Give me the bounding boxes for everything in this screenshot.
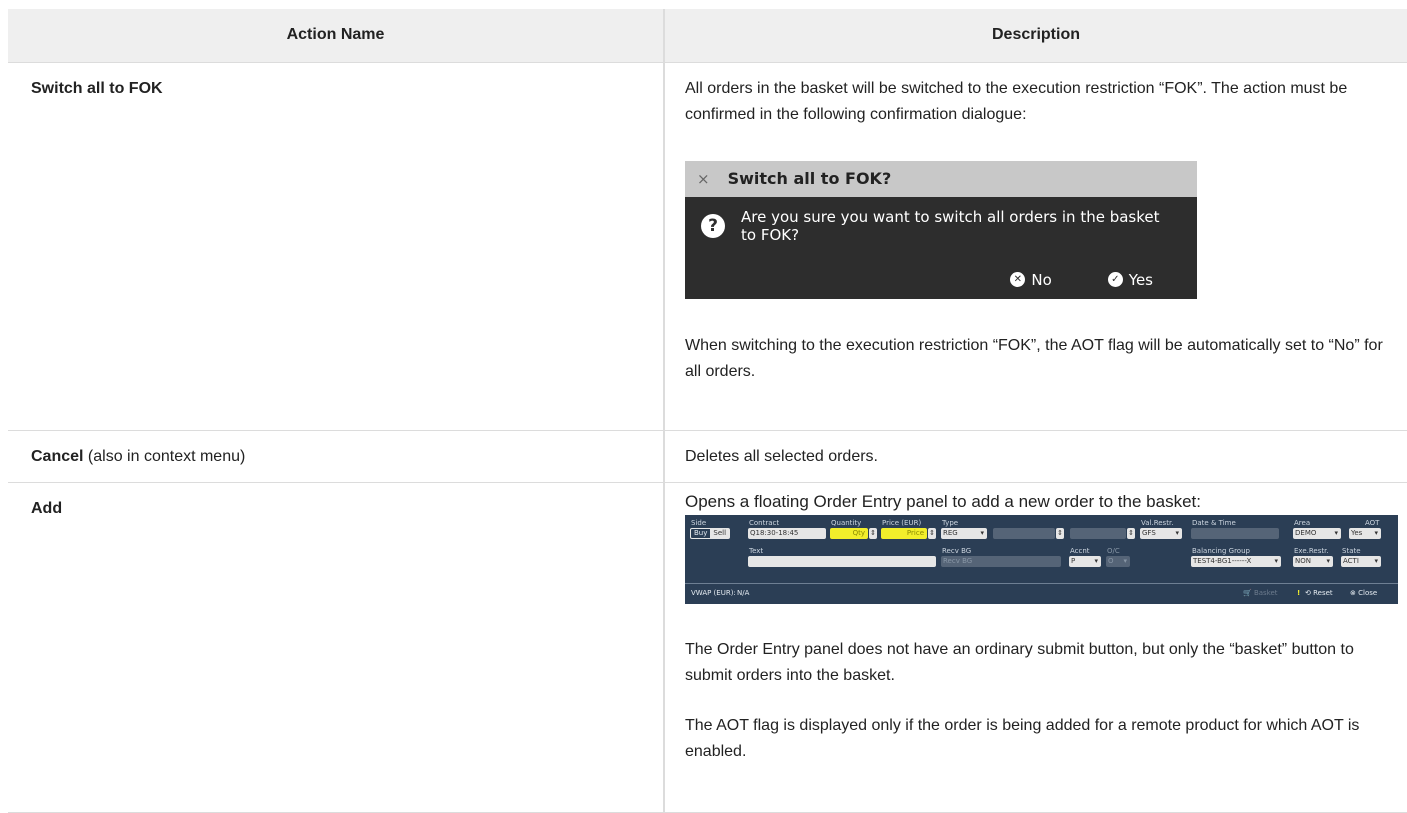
no-button[interactable]: ✕ No [1010,267,1052,293]
action-name: Add [31,499,63,517]
buy-option[interactable]: Buy [691,529,710,538]
description-text: Opens a floating Order Entry panel to ad… [685,491,1201,511]
datetime-label: Date & Time [1192,518,1236,527]
action-name: Cancel [31,447,84,465]
close-icon[interactable]: × [697,166,710,192]
question-icon: ? [701,213,725,238]
panel-divider [685,582,1398,584]
peak-input[interactable] [993,527,1055,539]
extra-input[interactable] [1070,527,1126,539]
description-text: The AOT flag is displayed only if the or… [685,716,1360,760]
accnt-label: Accnt [1070,546,1090,555]
type-select[interactable]: REG [941,527,987,539]
datetime-input[interactable] [1191,527,1279,539]
aot-label: AOT [1365,518,1380,527]
header-description: Description [664,9,1407,63]
valrestr-label: Val.Restr. [1141,518,1174,527]
text-label: Text [749,546,764,555]
action-name-suffix: (also in context menu) [87,447,246,465]
order-entry-panel: Side Buy Sell Contract Q18:30-18:45 Quan… [685,514,1398,604]
aot-select[interactable]: Yes [1349,527,1381,539]
side-toggle[interactable]: Buy Sell [690,527,731,539]
no-label: No [1031,270,1052,289]
recvbg-label: Recv BG [942,546,972,555]
action-name-cell: Switch all to FOK [8,62,665,431]
description-cell: Deletes all selected orders. [664,430,1407,483]
state-select[interactable]: ACTI [1341,555,1381,567]
header-action-name: Action Name [8,9,665,63]
dialog-titlebar: × Switch all to FOK? [685,160,1197,197]
table-row: Switch all to FOK All orders in the bask… [8,62,1407,431]
yes-button[interactable]: ✓ Yes [1107,267,1153,293]
check-circle-icon: ✓ [1107,272,1123,287]
balgroup-select[interactable]: TEST4-BG1------X [1191,555,1281,567]
action-name-cell: Cancel (also in context menu) [8,430,665,483]
exerestr-label: Exe.Restr. [1294,546,1329,555]
reset-label: Reset [1313,588,1333,597]
price-stepper[interactable]: ⇕ [928,527,936,539]
dialog-buttons: ✕ No ✓ Yes [685,255,1197,293]
description-text: The Order Entry panel does not have an o… [685,640,1354,684]
vwap-label: VWAP (EUR): [691,588,736,597]
basket-icon: 🛒 [1243,588,1252,597]
dialog-message: Are you sure you want to switch all orde… [741,207,1160,244]
type-label: Type [942,518,959,527]
actions-table: Action Name Description Switch all to FO… [8,9,1407,813]
valrestr-select[interactable]: GFS [1140,527,1182,539]
area-label: Area [1294,518,1311,527]
quantity-label: Quantity [831,518,862,527]
oc-select[interactable]: O [1106,555,1130,567]
quantity-stepper[interactable]: ⇕ [869,527,877,539]
reset-icon: ⟲ [1305,588,1311,597]
state-label: State [1342,546,1361,555]
price-label: Price (EUR) [882,518,922,527]
sell-option[interactable]: Sell [710,528,730,538]
description-cell: All orders in the basket will be switche… [664,62,1407,431]
reset-button[interactable]: ⟲ Reset [1305,589,1333,598]
warning-icon: ! [1297,588,1301,597]
extra-stepper[interactable]: ⇕ [1127,527,1135,539]
description-text: Deletes all selected orders. [685,447,878,465]
close-circle-icon: ⊗ [1350,588,1356,597]
contract-label: Contract [749,518,780,527]
description-text: All orders in the basket will be switche… [685,79,1348,123]
action-name-cell: Add [8,482,665,813]
area-select[interactable]: DEMO [1293,527,1341,539]
description-text: When switching to the execution restrict… [685,336,1383,380]
table-row: Cancel (also in context menu) Deletes al… [8,430,1407,483]
oc-label: O/C [1107,546,1120,555]
balgroup-label: Balancing Group [1192,546,1250,555]
contract-field[interactable]: Q18:30-18:45 [748,527,826,539]
dialog-body: ? Are you sure you want to switch all or… [685,197,1197,255]
quantity-input[interactable]: Qty [830,527,868,539]
side-label: Side [691,518,707,527]
description-cell: Opens a floating Order Entry panel to ad… [664,482,1407,813]
accnt-select[interactable]: P [1069,555,1101,567]
vwap-value: N/A [737,588,750,597]
basket-label: Basket [1253,588,1278,597]
basket-button[interactable]: 🛒 Basket [1243,589,1278,598]
table-row: Add Opens a floating Order Entry panel t… [8,482,1407,813]
text-input[interactable] [748,555,936,567]
price-input[interactable]: Price [881,527,927,539]
yes-label: Yes [1128,270,1153,289]
exerestr-select[interactable]: NON [1293,555,1333,567]
dialog-title: Switch all to FOK? [727,168,892,188]
recvbg-input[interactable]: Recv BG [941,555,1061,567]
table-header-row: Action Name Description [8,9,1407,63]
peak-stepper[interactable]: ⇕ [1056,527,1064,539]
action-name: Switch all to FOK [31,79,163,97]
confirm-dialog: × Switch all to FOK? ? Are you sure you … [685,160,1197,299]
close-button[interactable]: ⊗ Close [1350,589,1377,598]
close-label: Close [1358,588,1378,597]
x-circle-icon: ✕ [1010,272,1026,287]
